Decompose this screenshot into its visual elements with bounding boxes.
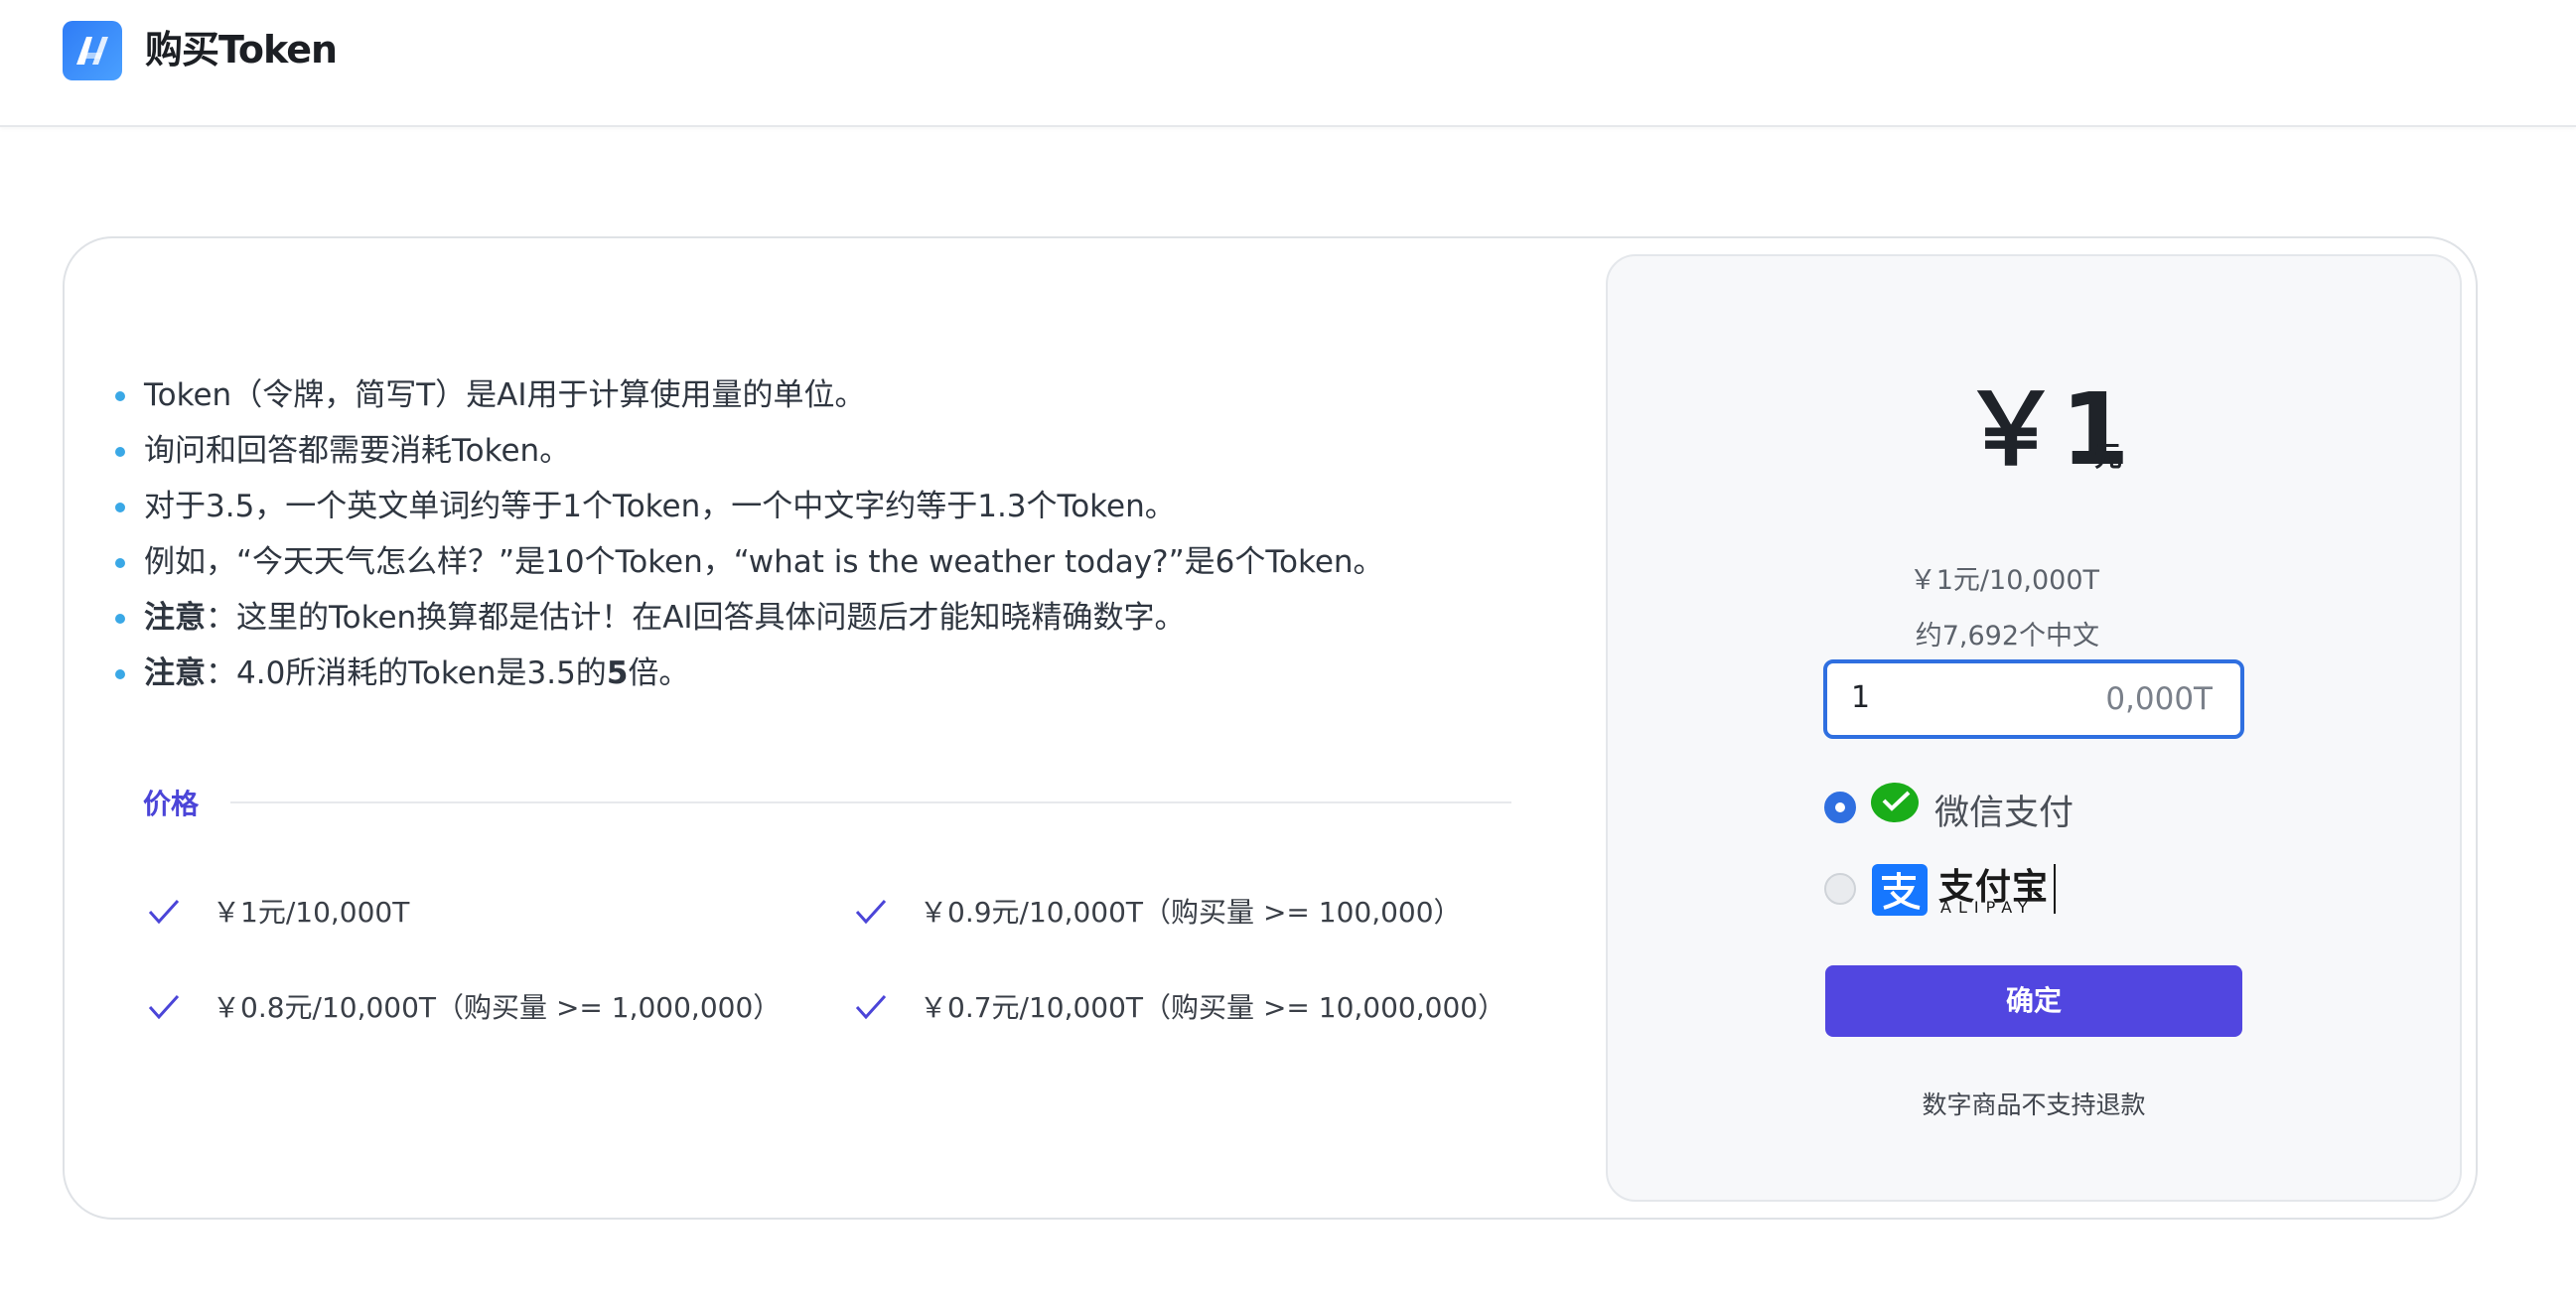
approx-chinese-chars: 约7,692个中文 xyxy=(1915,621,2099,652)
amount-unit: 元 xyxy=(2094,440,2123,473)
check-icon xyxy=(855,994,887,1020)
check-icon xyxy=(148,994,180,1020)
wechat-pay-icon[interactable] xyxy=(1871,781,1923,828)
pricing-section-label: 价格 xyxy=(143,788,200,820)
top-header: 购买Token xyxy=(0,0,2576,127)
alipay-sublabel: ALIPAY xyxy=(1940,898,2035,917)
bullet-dot xyxy=(115,558,125,568)
confirm-button[interactable]: 确定 xyxy=(1825,965,2242,1037)
page-title: 购买Token xyxy=(145,28,338,72)
section-divider xyxy=(230,801,1511,803)
alipay-icon[interactable] xyxy=(1872,864,1928,916)
quantity-suffix: 0,000T xyxy=(2105,681,2213,717)
wechat-pay-radio[interactable] xyxy=(1824,792,1856,823)
brand-logo-icon[interactable] xyxy=(63,21,122,80)
check-icon xyxy=(855,899,887,925)
bullet-dot xyxy=(115,447,125,457)
info-item: 询问和回答都需要消耗Token。 xyxy=(109,423,1384,479)
alipay-divider xyxy=(2054,864,2056,914)
unit-rate: ￥1元/10,000T xyxy=(1909,565,2099,596)
wechat-pay-label[interactable]: 微信支付 xyxy=(1934,785,2074,835)
alipay-radio[interactable] xyxy=(1824,873,1856,905)
token-info-list: Token（令牌，简写T）是AI用于计算使用量的单位。 询问和回答都需要消耗To… xyxy=(109,367,1384,701)
bullet-dot xyxy=(115,391,125,401)
bullet-dot xyxy=(115,614,125,624)
info-item: 例如，“今天天气怎么样？”是10个Token，“what is the weat… xyxy=(109,534,1384,590)
info-item-notice: 注意：这里的Token换算都是估计！在AI回答具体问题后才能知晓精确数字。 xyxy=(109,590,1384,646)
bullet-dot xyxy=(115,669,125,679)
info-item: 对于3.5，一个英文单词约等于1个Token，一个中文字约等于1.3个Token… xyxy=(109,479,1384,534)
no-refund-notice: 数字商品不支持退款 xyxy=(1922,1090,2146,1119)
quantity-field[interactable]: 0,000T xyxy=(1823,659,2244,739)
info-item-notice: 注意：4.0所消耗的Token是3.5的5倍。 xyxy=(109,646,1384,701)
bullet-dot xyxy=(115,503,125,512)
info-item: Token（令牌，简写T）是AI用于计算使用量的单位。 xyxy=(109,367,1384,423)
quantity-input[interactable] xyxy=(1849,679,2052,716)
check-icon xyxy=(148,899,180,925)
